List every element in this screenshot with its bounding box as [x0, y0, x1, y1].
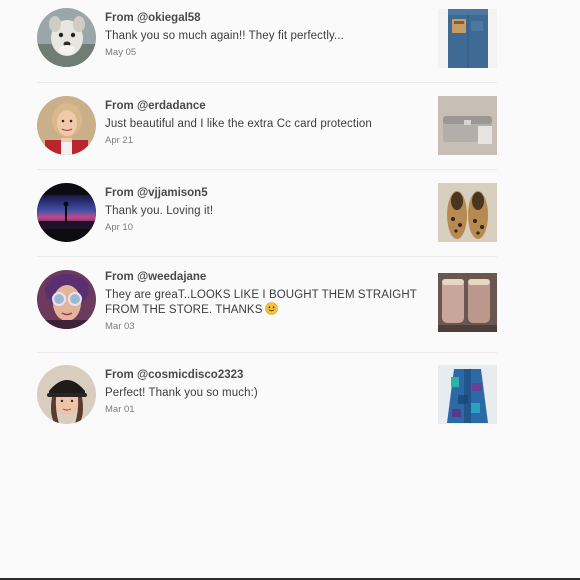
- message-content: From @okiegal58 Thank you so much again!…: [105, 11, 425, 59]
- leopard-flats-thumbnail-icon[interactable]: [438, 183, 497, 242]
- message-sender[interactable]: From @okiegal58: [105, 11, 425, 25]
- row-divider: [37, 352, 497, 353]
- blue-dress-thumbnail-icon[interactable]: [438, 365, 497, 424]
- message-date: Mar 01: [105, 404, 135, 415]
- sunglasses-avatar-icon[interactable]: [37, 270, 96, 329]
- message-date: Apr 10: [105, 222, 133, 233]
- message-text: Thank you. Loving it!: [105, 205, 214, 217]
- wallet-thumbnail-icon[interactable]: [438, 96, 497, 155]
- message-date: Apr 21: [105, 135, 133, 146]
- message-sender[interactable]: From @cosmicdisco2323: [105, 368, 425, 382]
- message-text: Just beautiful and I like the extra Cc c…: [105, 118, 372, 130]
- message-content: From @erdadance Just beautiful and I lik…: [105, 99, 425, 147]
- message-content: From @vjjamison5 Thank you. Loving it! A…: [105, 186, 425, 234]
- message-sender[interactable]: From @erdadance: [105, 99, 425, 113]
- boots-thumbnail-icon[interactable]: [438, 273, 497, 332]
- message-text: Thank you so much again!! They fit perfe…: [105, 30, 344, 42]
- dog-avatar-icon[interactable]: [37, 8, 96, 67]
- message-content: From @weedajane They are greaT..LOOKS LI…: [105, 270, 425, 333]
- messages-page: From @okiegal58 Thank you so much again!…: [0, 0, 580, 580]
- message-sender[interactable]: From @weedajane: [105, 270, 425, 284]
- message-text-body: They are greaT..LOOKS LIKE I BOUGHT THEM…: [105, 289, 417, 316]
- row-divider: [37, 256, 497, 257]
- sunset-avatar-icon[interactable]: [37, 183, 96, 242]
- woman-avatar-icon[interactable]: [37, 96, 96, 155]
- message-text: They are greaT..LOOKS LIKE I BOUGHT THEM…: [105, 288, 425, 317]
- message-date: May 05: [105, 47, 137, 58]
- row-divider: [37, 82, 497, 83]
- message-sender[interactable]: From @vjjamison5: [105, 186, 425, 200]
- message-date: Mar 03: [105, 321, 135, 332]
- message-content: From @cosmicdisco2323 Perfect! Thank you…: [105, 368, 425, 416]
- row-divider: [37, 169, 497, 170]
- hat-avatar-icon[interactable]: [37, 365, 96, 424]
- message-text: Perfect! Thank you so much:): [105, 387, 258, 399]
- jeans-thumbnail-icon[interactable]: [438, 9, 497, 68]
- smiling-face-emoji-icon: [265, 302, 279, 315]
